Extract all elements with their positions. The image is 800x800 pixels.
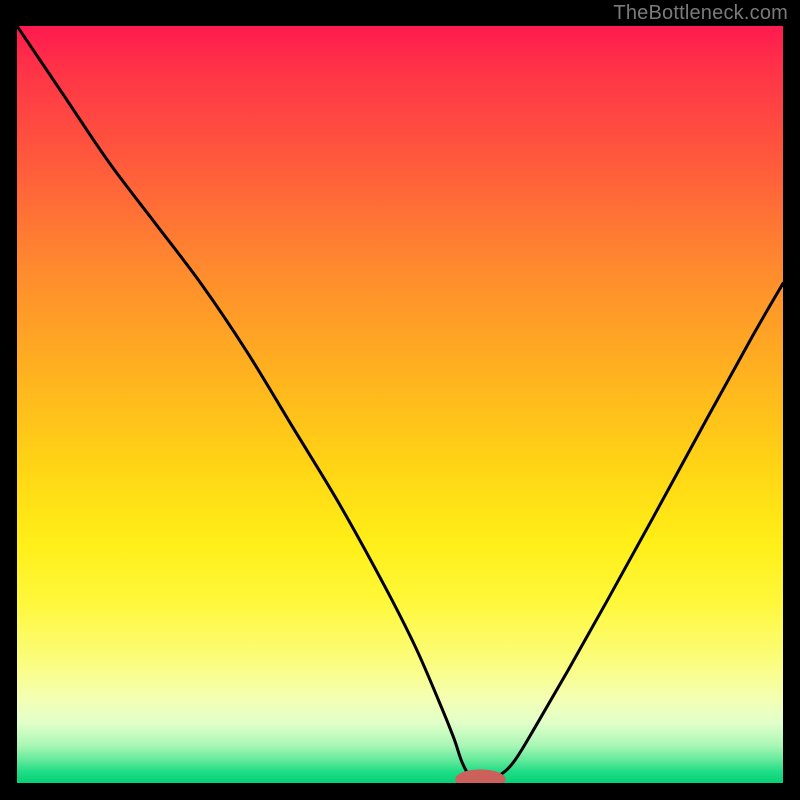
watermark-text: TheBottleneck.com <box>613 2 788 25</box>
optimal-marker <box>455 769 506 783</box>
bottleneck-curve <box>17 26 783 783</box>
chart-frame: TheBottleneck.com <box>0 0 800 800</box>
plot-area <box>17 26 783 783</box>
chart-svg <box>17 26 783 783</box>
